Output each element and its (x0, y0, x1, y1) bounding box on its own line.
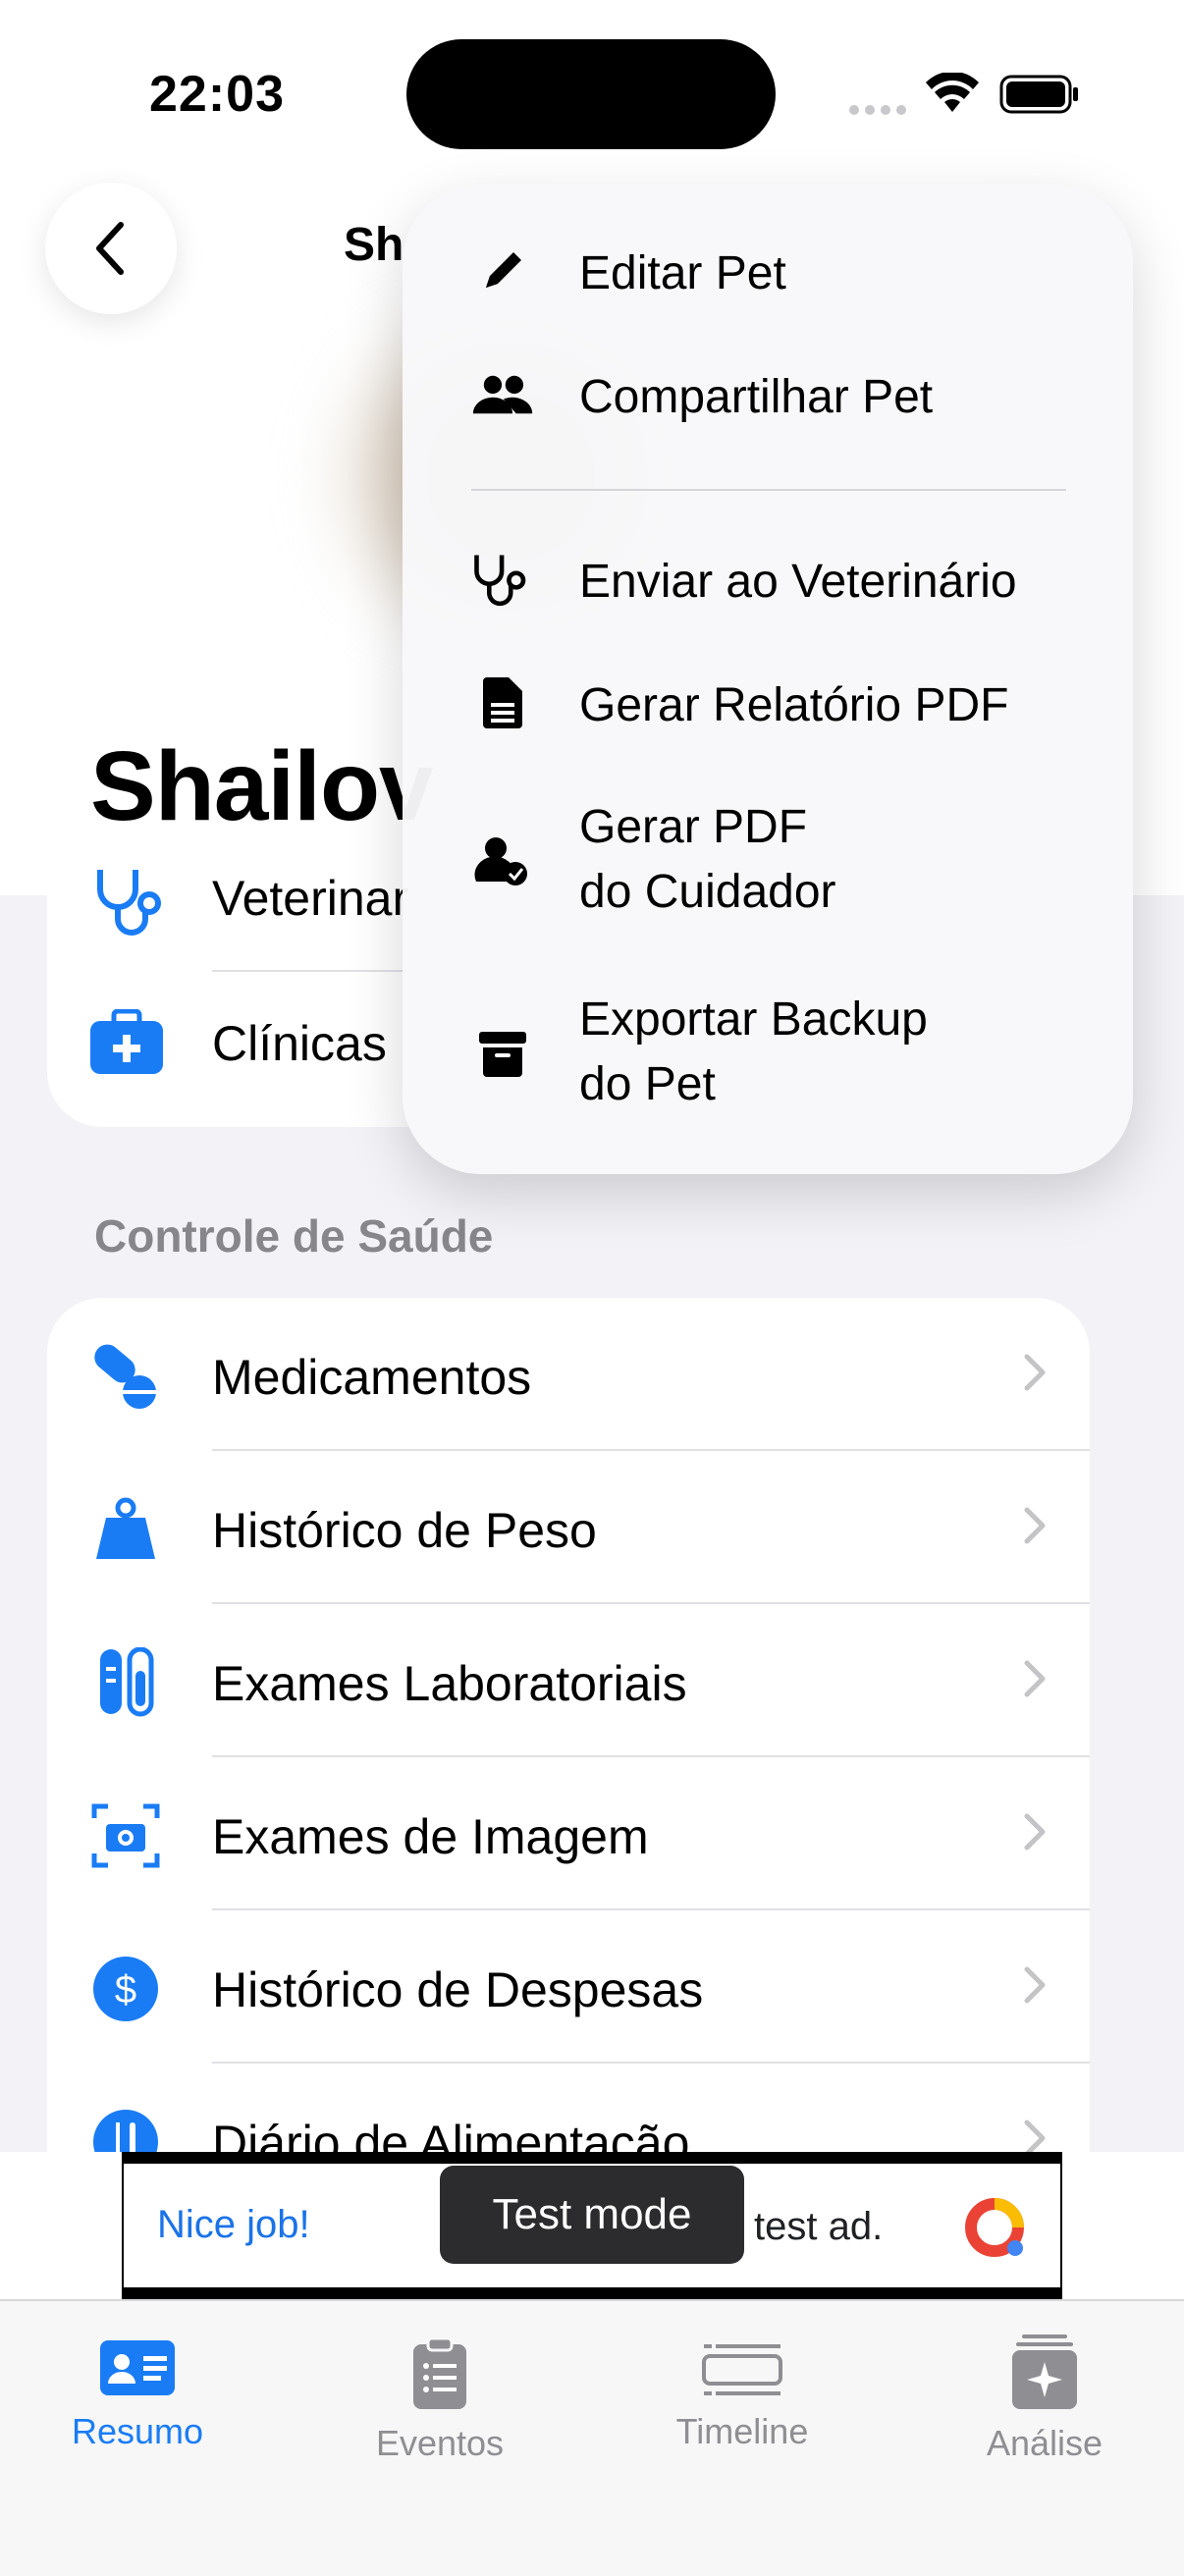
chevron-right-icon (1024, 1354, 1046, 1391)
tab-timeline[interactable]: Timeline (624, 2340, 860, 2452)
pet-name-title: Shailov (90, 731, 434, 841)
menu-item-label: Compartilhar Pet (579, 371, 934, 423)
pills-icon (94, 1344, 156, 1409)
menu-divider (471, 489, 1066, 491)
list-item-label: Exames Laboratoriais (212, 1656, 687, 1711)
list-item-image-exams[interactable]: Exames de Imagem (47, 1757, 1090, 1910)
menu-item-label: Enviar ao Veterinário (579, 556, 1017, 608)
list-item-label: Histórico de Peso (212, 1503, 597, 1558)
list-item-label: Veterinar (212, 871, 409, 926)
menu-item-edit-pet[interactable]: Editar Pet (403, 230, 1133, 318)
menu-item-label-line1: Gerar PDF (579, 801, 808, 853)
tab-label: Eventos (375, 2423, 505, 2463)
list-item-weight-history[interactable]: Histórico de Peso (47, 1451, 1090, 1604)
tab-bar: Resumo Eventos Timeline Análise (0, 2299, 1184, 2576)
ad-text-test: test ad. (754, 2205, 884, 2248)
menu-item-label-line1: Exportar Backup (579, 993, 928, 1046)
menu-item-label: Exportar Backup do Pet (579, 988, 928, 1117)
svg-text:$: $ (115, 1968, 136, 2012)
wifi-icon (926, 73, 979, 112)
stethoscope-icon (97, 870, 161, 936)
health-control-card: Medicamentos Histórico de Peso Exames La… (47, 1298, 1090, 2162)
menu-item-generate-pdf-report[interactable]: Gerar Relatório PDF (403, 662, 1133, 750)
menu-item-generate-caregiver-pdf[interactable]: Gerar PDF do Cuidador (403, 795, 1133, 933)
nav-title: Sh (344, 219, 404, 271)
menu-item-label-line2: do Cuidador (579, 866, 836, 918)
list-item-label: Exames de Imagem (212, 1809, 649, 1864)
ad-test-mode-label: Test mode (440, 2166, 744, 2264)
tab-eventos[interactable]: Eventos (322, 2336, 558, 2464)
document-icon (471, 671, 534, 734)
test-tubes-icon (100, 1647, 154, 1717)
weight-icon (96, 1497, 155, 1559)
menu-item-label: Gerar Relatório PDF (579, 679, 1009, 731)
people-icon (471, 363, 534, 426)
chevron-left-icon (96, 222, 124, 275)
camera-icon (91, 1803, 160, 1868)
list-item-expense-history[interactable]: $ Histórico de Despesas (47, 1910, 1090, 2064)
chevron-right-icon (1024, 1813, 1046, 1851)
status-time: 22:03 (149, 66, 285, 123)
medical-kit-icon (90, 1009, 163, 1074)
clipboard-list-icon (413, 2336, 466, 2409)
menu-item-share-pet[interactable]: Compartilhar Pet (403, 353, 1133, 442)
dollar-icon: $ (93, 1957, 158, 2021)
timeline-icon (702, 2344, 782, 2395)
tab-resumo[interactable]: Resumo (20, 2338, 255, 2452)
cellular-signal-icon (849, 105, 906, 115)
section-title: Controle de Saúde (94, 1210, 494, 1261)
chevron-right-icon (1024, 1966, 1046, 2004)
person-card-icon (100, 2340, 175, 2395)
archive-box-icon (471, 1023, 534, 1086)
list-item-feeding-diary[interactable]: Diário de Alimentação (47, 2064, 1090, 2162)
battery-icon (999, 75, 1078, 114)
pet-options-menu: Editar Pet Compartilhar Pet Enviar ao Ve… (403, 185, 1133, 1174)
list-item-lab-exams[interactable]: Exames Laboratoriais (47, 1604, 1090, 1757)
menu-item-export-backup[interactable]: Exportar Backup do Pet (403, 988, 1133, 1125)
tab-analise[interactable]: Análise (927, 2333, 1162, 2464)
tab-label: Timeline (675, 2411, 809, 2451)
pencil-icon (471, 240, 534, 302)
menu-item-label-line2: do Pet (579, 1058, 716, 1110)
tab-label: Análise (986, 2423, 1103, 2463)
menu-item-label: Editar Pet (579, 247, 786, 299)
dynamic-island (406, 39, 776, 149)
chevron-right-icon (1024, 1507, 1046, 1544)
list-item-label: Clínicas (212, 1016, 387, 1071)
menu-item-label: Gerar PDF do Cuidador (579, 795, 836, 925)
sparkle-analysis-icon (1012, 2334, 1077, 2409)
tab-label: Resumo (71, 2411, 204, 2451)
list-item-label: Histórico de Despesas (212, 1962, 704, 2017)
chevron-right-icon (1024, 1660, 1046, 1697)
menu-item-send-to-vet[interactable]: Enviar ao Veterinário (403, 538, 1133, 626)
person-badge-icon (471, 831, 534, 893)
list-item-label: Medicamentos (212, 1350, 532, 1405)
stethoscope-icon (471, 550, 534, 613)
back-button[interactable] (45, 183, 177, 314)
list-item-medications[interactable]: Medicamentos (47, 1298, 1090, 1451)
ad-text-nice: Nice job! (157, 2203, 310, 2246)
ad-logo-icon (965, 2198, 1024, 2257)
